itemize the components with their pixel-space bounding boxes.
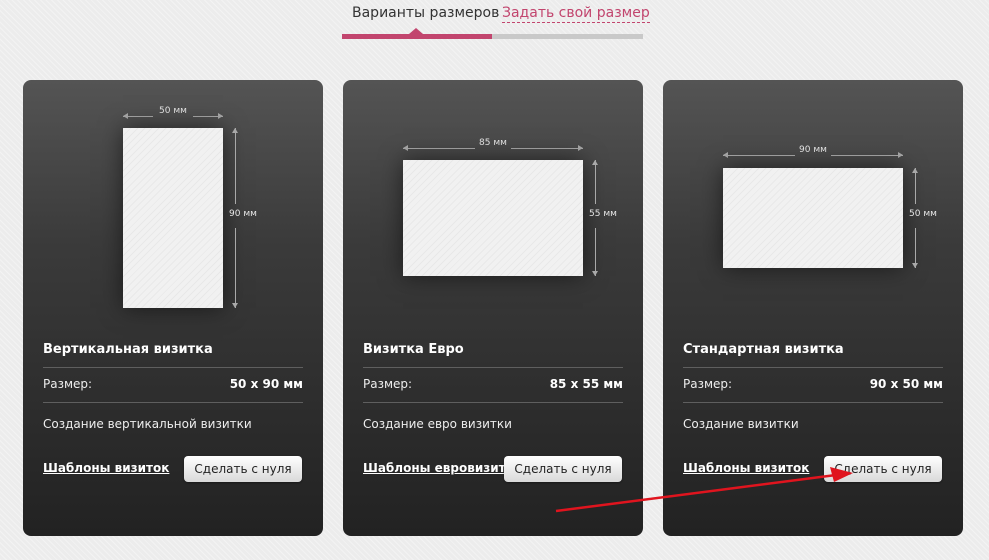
dimension-line xyxy=(915,168,916,204)
arrow-right-icon xyxy=(218,113,223,119)
tab-underline-active xyxy=(342,34,492,39)
divider xyxy=(683,402,943,403)
card-vertical: 50 мм 90 мм Вертикальная визитка Размер:… xyxy=(23,80,323,536)
dimension-line xyxy=(915,228,916,268)
card-preview: 85 мм 55 мм xyxy=(343,80,643,330)
divider xyxy=(683,367,943,368)
tab-size-variants[interactable]: Варианты размеров xyxy=(352,5,499,21)
card-euro: 85 мм 55 мм Визитка Евро Размер: 85 х 55… xyxy=(343,80,643,536)
tab-underline-bar xyxy=(342,34,643,39)
dimension-line xyxy=(595,160,596,204)
make-from-scratch-button[interactable]: Сделать с нуля xyxy=(824,456,942,482)
height-label: 55 мм xyxy=(589,209,617,219)
divider xyxy=(43,367,303,368)
tab-custom-size[interactable]: Задать свой размер xyxy=(502,5,650,23)
size-label: Размер: xyxy=(43,377,93,391)
card-title: Визитка Евро xyxy=(363,342,464,357)
business-card-preview xyxy=(403,160,583,276)
size-value: 85 х 55 мм xyxy=(549,377,623,391)
create-description: Создание вертикальной визитки xyxy=(43,417,252,431)
dimension-line xyxy=(831,155,903,156)
card-title: Стандартная визитка xyxy=(683,342,844,357)
card-title: Вертикальная визитка xyxy=(43,342,213,357)
width-label: 50 мм xyxy=(159,106,187,116)
height-label: 90 мм xyxy=(229,209,257,219)
business-card-preview xyxy=(123,128,223,308)
width-label: 90 мм xyxy=(799,145,827,155)
create-description: Создание визитки xyxy=(683,417,799,431)
business-card-preview xyxy=(723,168,903,268)
create-description: Создание евро визитки xyxy=(363,417,512,431)
dimension-line xyxy=(511,148,583,149)
arrow-left-icon xyxy=(723,152,728,158)
size-tabs: Варианты размеров Задать свой размер xyxy=(342,0,650,40)
arrow-left-icon xyxy=(403,145,408,151)
arrow-down-icon xyxy=(592,271,598,276)
height-label: 50 мм xyxy=(909,209,937,219)
arrow-up-icon xyxy=(912,168,918,173)
size-value: 90 х 50 мм xyxy=(869,377,943,391)
dimension-line xyxy=(235,128,236,204)
dimension-line xyxy=(403,148,475,149)
make-from-scratch-button[interactable]: Сделать с нуля xyxy=(184,456,302,482)
divider xyxy=(363,402,623,403)
templates-link[interactable]: Шаблоны евровизиток xyxy=(363,461,522,475)
card-preview: 90 мм 50 мм xyxy=(663,80,963,330)
card-standard: 90 мм 50 мм Стандартная визитка Размер: … xyxy=(663,80,963,536)
arrow-up-icon xyxy=(592,160,598,165)
arrow-left-icon xyxy=(123,113,128,119)
templates-link[interactable]: Шаблоны визиток xyxy=(43,461,169,475)
arrow-right-icon xyxy=(898,152,903,158)
arrow-down-icon xyxy=(232,303,238,308)
templates-link[interactable]: Шаблоны визиток xyxy=(683,461,809,475)
arrow-right-icon xyxy=(578,145,583,151)
arrow-up-icon xyxy=(232,128,238,133)
divider xyxy=(43,402,303,403)
make-from-scratch-button[interactable]: Сделать с нуля xyxy=(504,456,622,482)
divider xyxy=(363,367,623,368)
size-label: Размер: xyxy=(363,377,413,391)
dimension-line xyxy=(723,155,795,156)
size-value: 50 х 90 мм xyxy=(229,377,303,391)
dimension-line xyxy=(235,228,236,308)
size-label: Размер: xyxy=(683,377,733,391)
width-label: 85 мм xyxy=(479,138,507,148)
dimension-line xyxy=(595,228,596,276)
arrow-down-icon xyxy=(912,263,918,268)
card-preview: 50 мм 90 мм xyxy=(23,80,323,330)
